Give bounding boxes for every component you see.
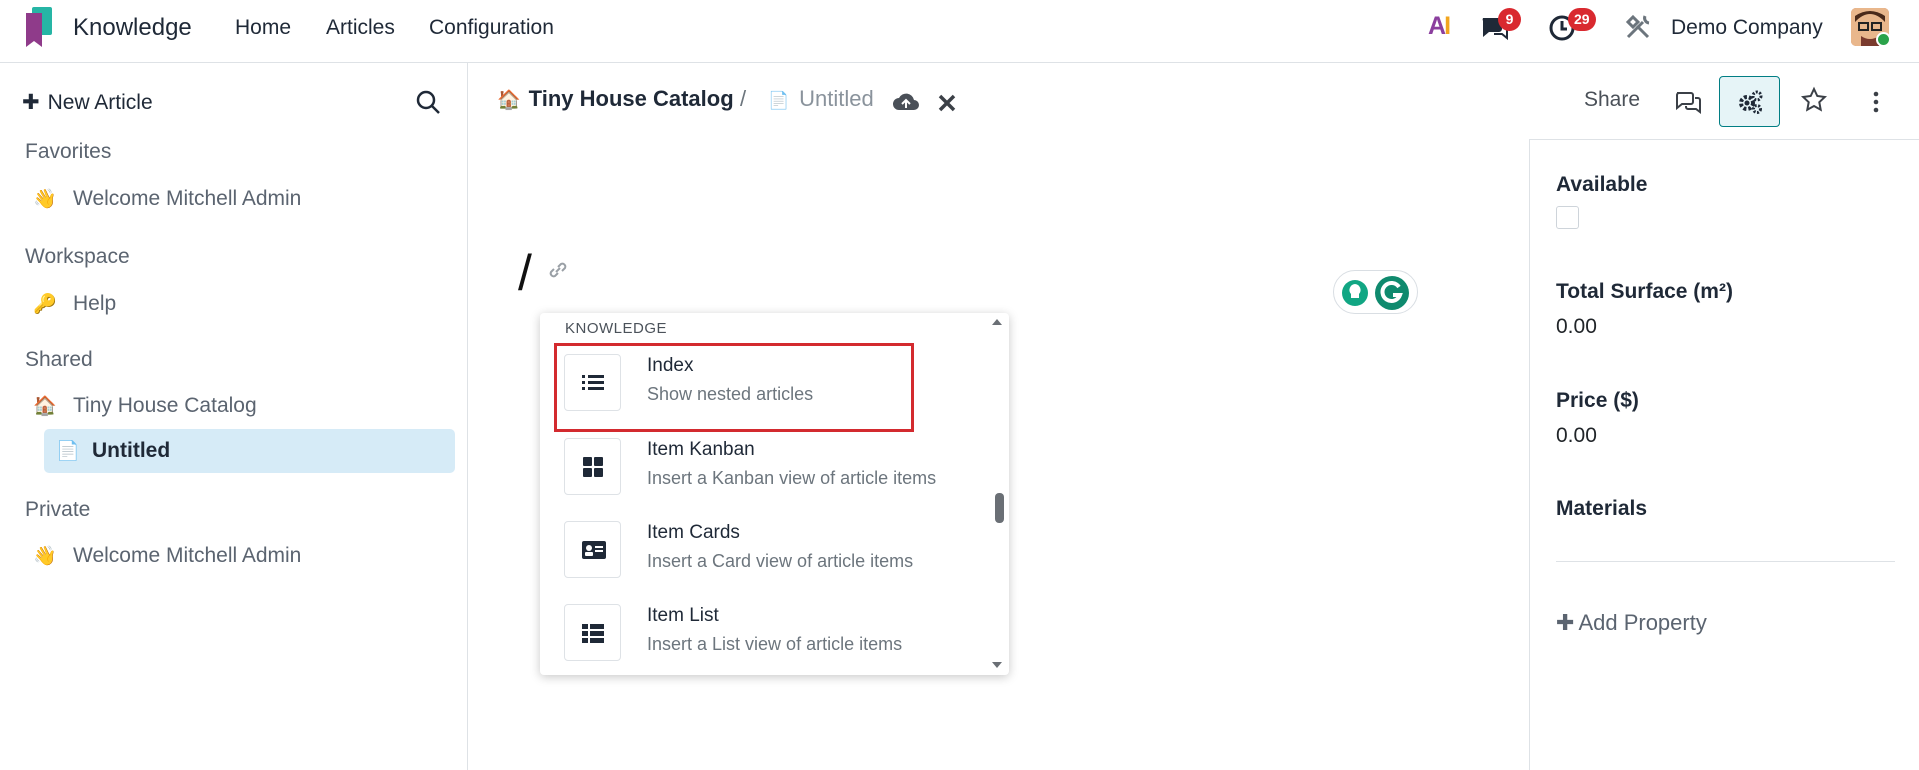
knowledge-logo-icon[interactable] (24, 7, 54, 49)
plus-icon: ✚ (22, 91, 40, 114)
property-materials-field[interactable] (1556, 561, 1895, 562)
editor-content[interactable]: / (518, 244, 532, 302)
command-description: Insert a Card view of article items (647, 551, 914, 571)
command-description: Insert a Kanban view of article items (647, 468, 937, 488)
section-shared[interactable]: Shared (25, 348, 93, 372)
more-options-icon[interactable] (1862, 88, 1890, 116)
property-available-checkbox[interactable] (1556, 206, 1579, 229)
new-article-label: New Article (47, 91, 153, 114)
page-icon: 📄 (56, 441, 80, 462)
sidebar-item-label: Tiny House Catalog (73, 394, 257, 417)
messages-badge: 9 (1498, 8, 1521, 31)
add-property-label: Add Property (1578, 610, 1707, 635)
sidebar-item-untitled[interactable]: 📄 Untitled (44, 429, 455, 473)
highlight-box (554, 343, 914, 432)
properties-panel: Available Total Surface (m²) 0.00 Price … (1529, 139, 1919, 770)
kanban-icon (564, 438, 621, 495)
command-item-cards[interactable]: Item Cards Insert a Card view of article… (564, 516, 974, 586)
company-switcher[interactable]: Demo Company (1671, 16, 1823, 40)
new-article-button[interactable]: ✚ New Article (22, 90, 153, 115)
sidebar-item-help[interactable]: 🔑 Help (33, 282, 453, 326)
menu-configuration[interactable]: Configuration (429, 16, 554, 40)
section-favorites[interactable]: Favorites (25, 140, 111, 164)
link-icon[interactable] (546, 258, 570, 282)
top-navbar: Knowledge Home Articles Configuration AI… (0, 0, 1919, 63)
sidebar-item-label: Welcome Mitchell Admin (73, 544, 302, 567)
sidebar-item-welcome-favorite[interactable]: 👋 Welcome Mitchell Admin (33, 177, 453, 221)
debug-tools-icon[interactable] (1623, 12, 1653, 42)
section-private[interactable]: Private (25, 498, 90, 522)
gears-icon (1739, 90, 1763, 114)
breadcrumb-current[interactable]: 📄 Untitled (768, 86, 874, 112)
breadcrumb-parent-label: Tiny House Catalog (528, 86, 734, 111)
command-item-kanban[interactable]: Item Kanban Insert a Kanban view of arti… (564, 433, 974, 503)
property-available-label: Available (1556, 173, 1648, 196)
activities-badge: 29 (1568, 8, 1596, 31)
app-title[interactable]: Knowledge (73, 14, 192, 42)
waving-hand-icon: 👋 (33, 546, 57, 567)
properties-button[interactable] (1719, 76, 1780, 127)
list-table-icon (564, 604, 621, 661)
breadcrumb-current-label: Untitled (799, 86, 874, 111)
sidebar-item-welcome-private[interactable]: 👋 Welcome Mitchell Admin (33, 534, 453, 578)
command-category: KNOWLEDGE (565, 320, 668, 337)
ai-button[interactable]: AI (1428, 12, 1451, 41)
property-total-surface-value[interactable]: 0.00 (1556, 315, 1597, 339)
star-icon[interactable] (1800, 86, 1828, 114)
plus-icon: ✚ (1556, 610, 1575, 635)
close-icon[interactable] (933, 89, 961, 117)
share-button[interactable]: Share (1584, 88, 1640, 112)
section-workspace[interactable]: Workspace (25, 245, 130, 269)
menu-home[interactable]: Home (235, 16, 291, 40)
breadcrumb-separator: / (740, 86, 747, 111)
cloud-upload-icon[interactable] (892, 88, 920, 116)
house-icon: 🏠 (33, 396, 57, 417)
sidebar-item-label: Help (73, 292, 117, 315)
sidebar-item-tiny-house-catalog[interactable]: 🏠 Tiny House Catalog (33, 384, 453, 428)
breadcrumb-parent[interactable]: 🏠 Tiny House Catalog (497, 86, 734, 112)
property-price-value[interactable]: 0.00 (1556, 424, 1597, 448)
command-description: Insert a List view of article items (647, 634, 903, 654)
property-materials-label: Materials (1556, 497, 1648, 520)
scrollbar-thumb[interactable] (995, 493, 1004, 523)
command-title: Item List (647, 605, 719, 626)
add-property-button[interactable]: ✚ Add Property (1556, 610, 1707, 636)
menu-articles[interactable]: Articles (326, 16, 395, 40)
command-title: Item Kanban (647, 439, 755, 460)
online-status-dot (1876, 32, 1891, 47)
command-item-list[interactable]: Item List Insert a List view of article … (564, 599, 974, 669)
property-price-label: Price ($) (1556, 389, 1639, 412)
key-icon: 🔑 (33, 294, 57, 315)
search-icon[interactable] (415, 89, 441, 115)
sidebar: ✚ New Article Favorites 👋 Welcome Mitchell… (0, 63, 468, 770)
sidebar-item-label: Untitled (92, 439, 171, 462)
waving-hand-icon: 👋 (33, 189, 57, 210)
card-icon (564, 521, 621, 578)
property-total-surface-label: Total Surface (m²) (1556, 280, 1733, 303)
page-icon: 📄 (768, 91, 790, 110)
comments-icon[interactable] (1674, 88, 1702, 116)
command-title: Item Cards (647, 522, 740, 543)
house-icon: 🏠 (497, 90, 521, 111)
sidebar-item-label: Welcome Mitchell Admin (73, 187, 302, 210)
grammarly-widget[interactable] (1333, 270, 1418, 314)
grammarly-icon (1342, 276, 1409, 310)
